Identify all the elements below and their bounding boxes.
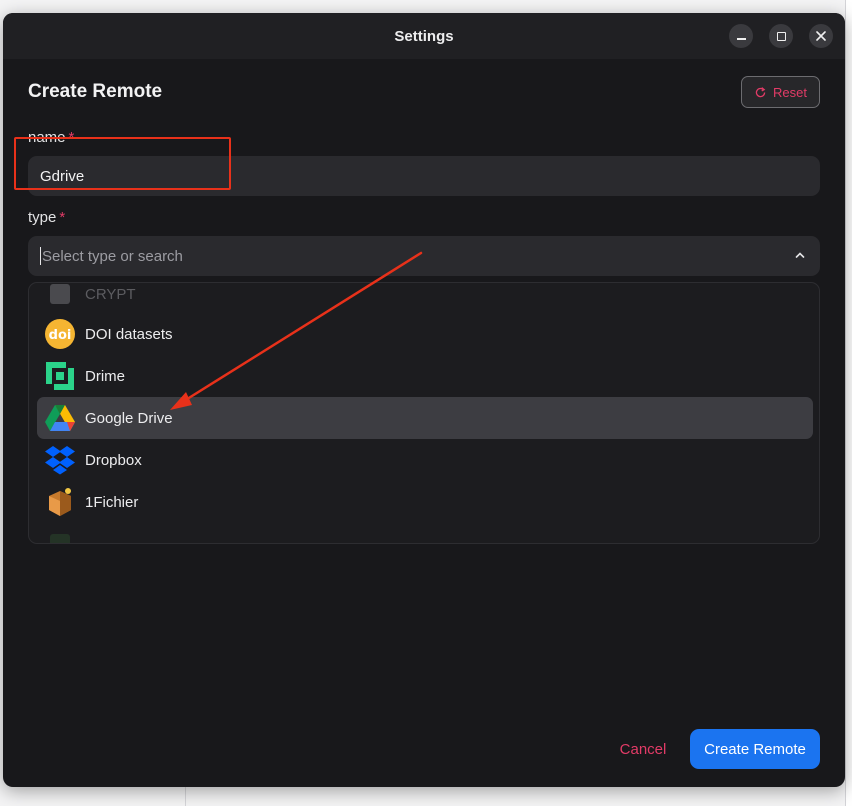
background-panel — [845, 0, 852, 806]
type-label-text: type — [28, 209, 57, 226]
page-title: Create Remote — [28, 81, 163, 102]
reset-label: Reset — [773, 84, 807, 100]
create-remote-button[interactable]: Create Remote — [690, 729, 820, 769]
type-placeholder: Select type or search — [42, 247, 183, 265]
maximize-icon — [776, 31, 786, 41]
type-search-input[interactable]: Select type or search — [28, 236, 820, 276]
chevron-up-icon[interactable] — [794, 249, 806, 261]
svg-text:doi: doi — [49, 328, 72, 343]
background-divider — [185, 785, 186, 806]
dropdown-option-drime[interactable]: Drime — [37, 355, 813, 397]
reset-button[interactable]: Reset — [741, 76, 820, 108]
title-bar: Settings — [3, 13, 845, 59]
dropdown-option-next — [37, 523, 813, 543]
text-caret — [40, 247, 41, 265]
partial-icon — [44, 528, 76, 543]
cancel-button[interactable]: Cancel — [608, 737, 678, 761]
required-mark: * — [59, 209, 66, 226]
drime-icon — [44, 360, 76, 392]
minimize-icon — [736, 38, 746, 40]
refresh-icon — [755, 86, 766, 97]
option-label: DOI datasets — [85, 325, 173, 343]
crypt-icon — [44, 283, 76, 310]
dropbox-icon — [44, 444, 76, 476]
option-label: 1Fichier — [85, 493, 139, 511]
annotation-highlight-box — [14, 137, 231, 190]
dropdown-option-doi-datasets[interactable]: doi DOI datasets — [37, 313, 813, 355]
type-dropdown-list[interactable]: CRYPT doi DOI datasets Drime Google Driv… — [28, 282, 820, 544]
option-label: Dropbox — [85, 451, 142, 469]
type-field-label: type * — [28, 209, 65, 226]
doi-icon: doi — [44, 318, 76, 350]
settings-dialog: Settings Create Remote Reset name * Gdriv… — [3, 13, 845, 787]
option-label: Drime — [85, 367, 125, 385]
dropdown-option-crypt[interactable]: CRYPT — [37, 283, 813, 315]
option-label: Google Drive — [85, 409, 173, 427]
1fichier-icon — [44, 486, 76, 518]
close-icon — [816, 31, 826, 41]
option-label: CRYPT — [85, 285, 136, 303]
dropdown-option-google-drive[interactable]: Google Drive — [37, 397, 813, 439]
dropdown-option-1fichier[interactable]: 1Fichier — [37, 481, 813, 523]
close-button[interactable] — [809, 24, 833, 48]
minimize-button[interactable] — [729, 24, 753, 48]
window-title: Settings — [394, 27, 454, 45]
google-drive-icon — [44, 402, 76, 434]
dropdown-option-dropbox[interactable]: Dropbox — [37, 439, 813, 481]
maximize-button[interactable] — [769, 24, 793, 48]
